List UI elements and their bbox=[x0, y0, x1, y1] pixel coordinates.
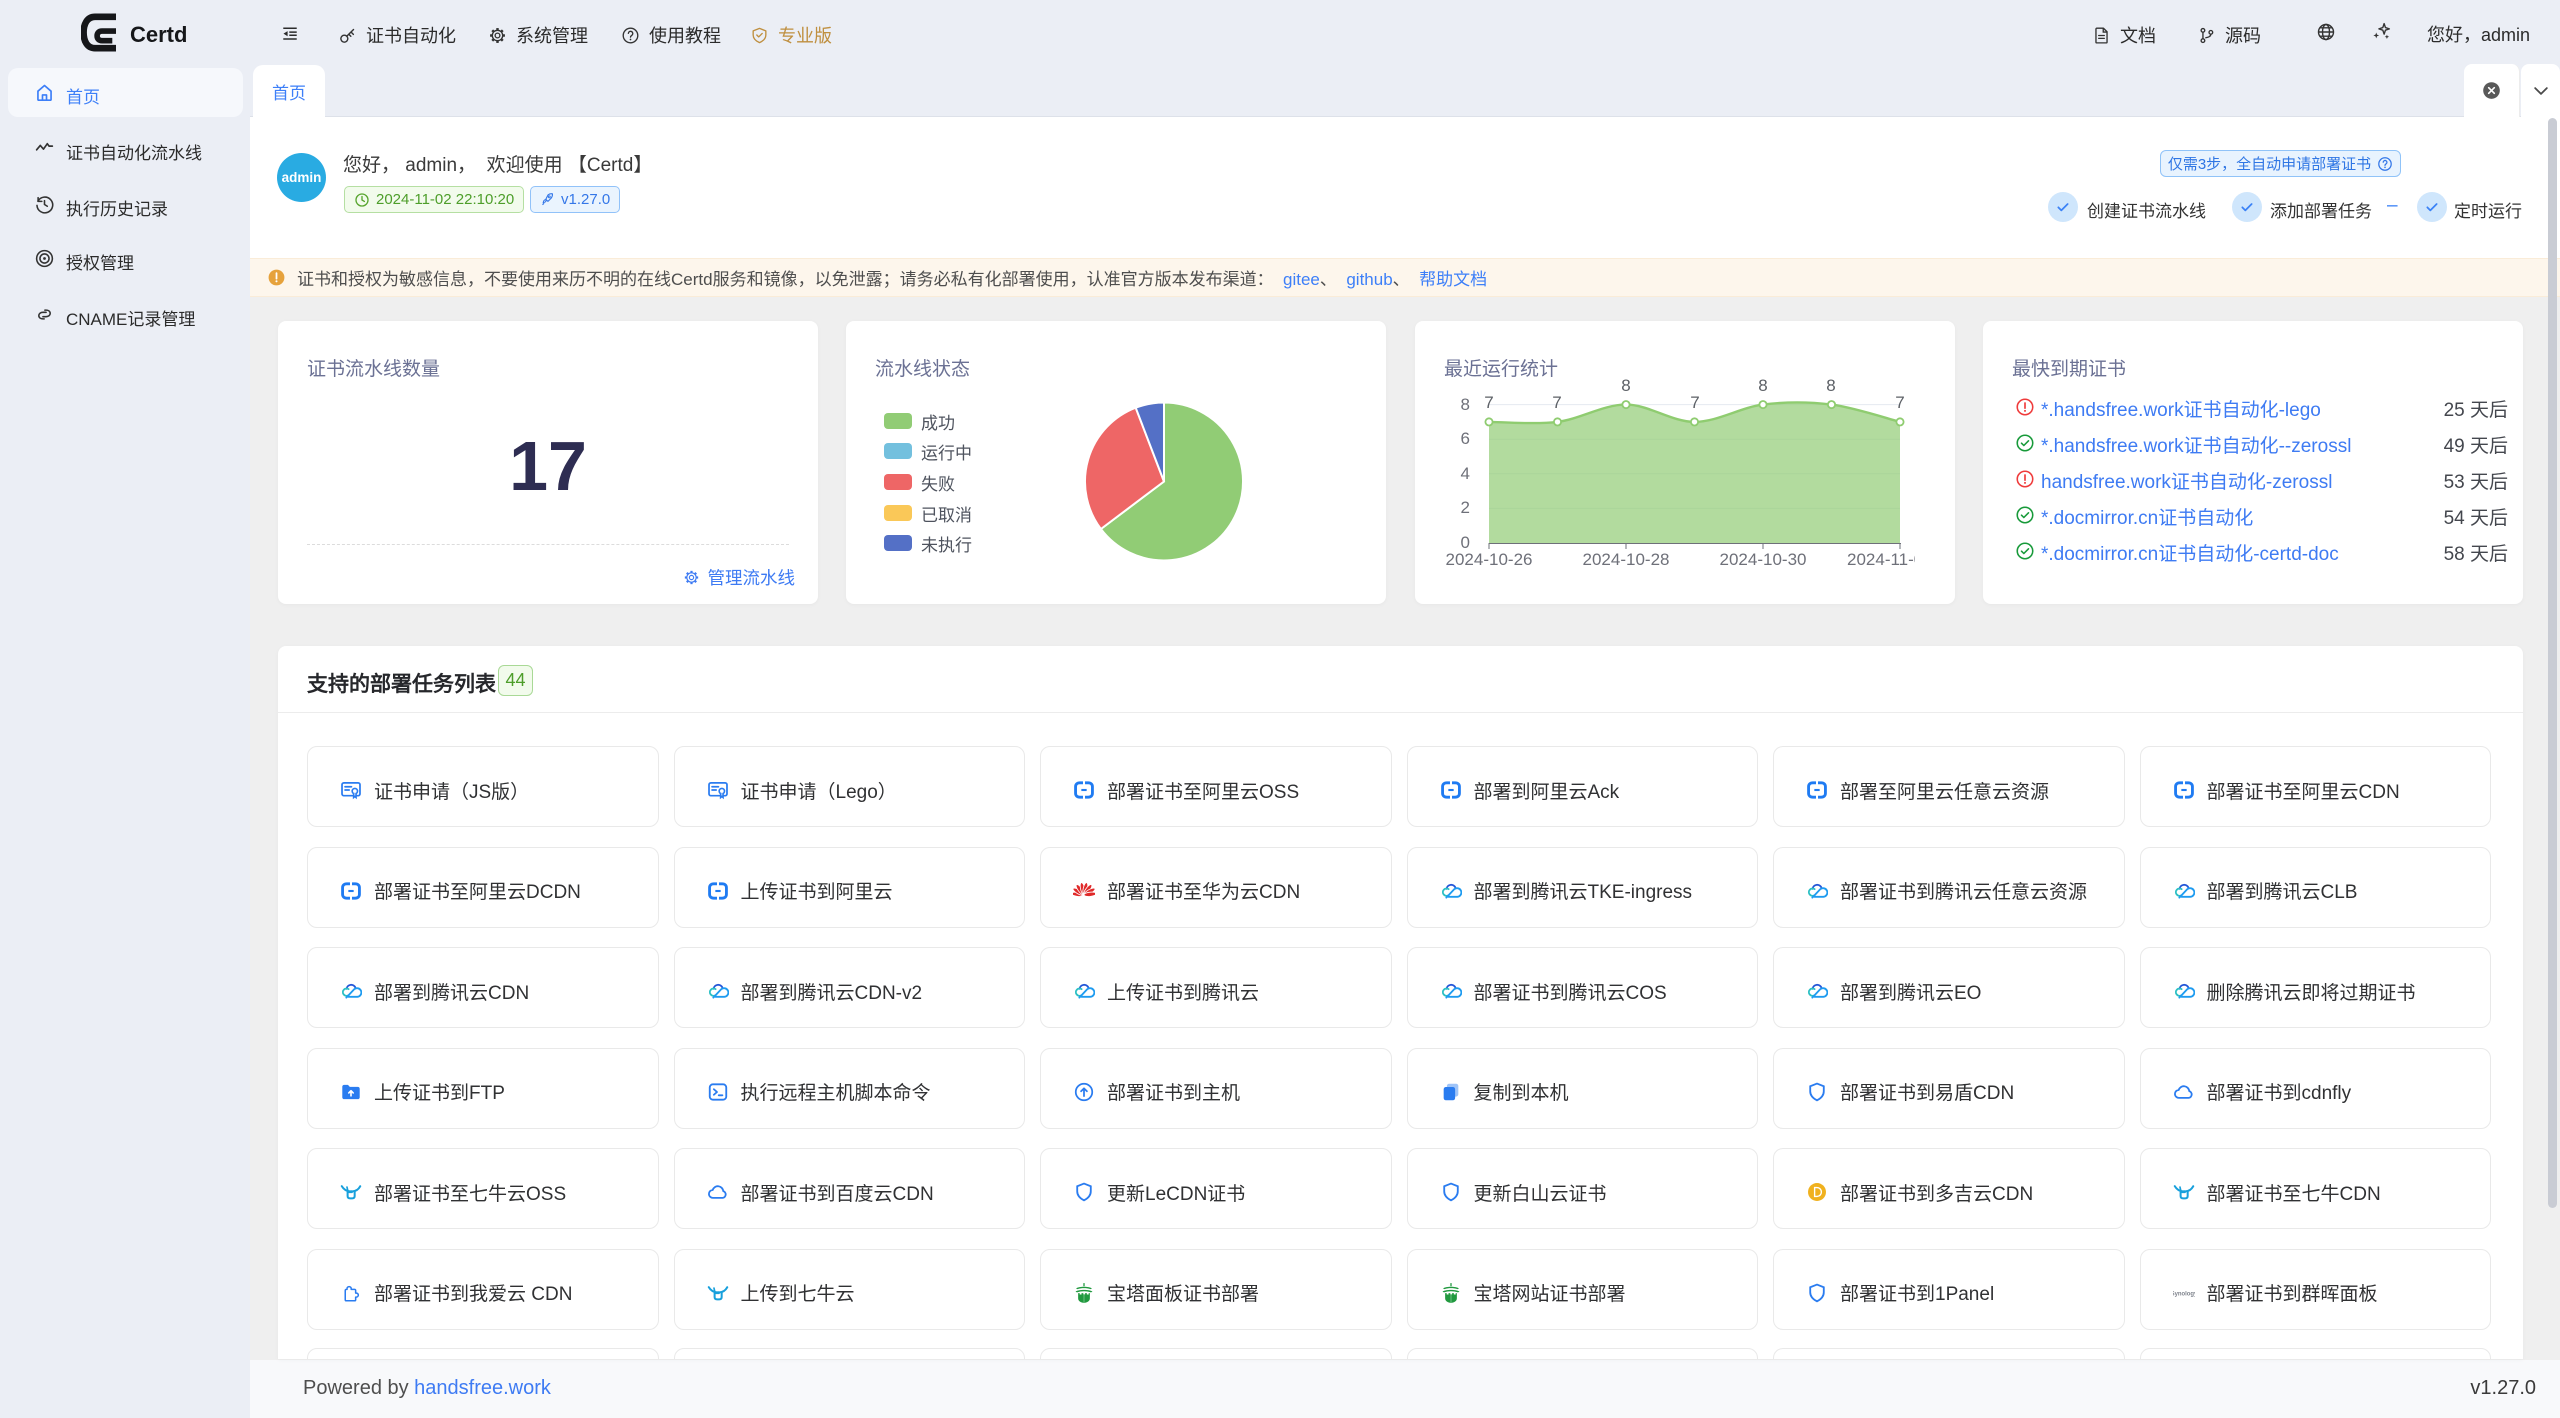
svg-text:Synology: Synology bbox=[2173, 1291, 2195, 1297]
